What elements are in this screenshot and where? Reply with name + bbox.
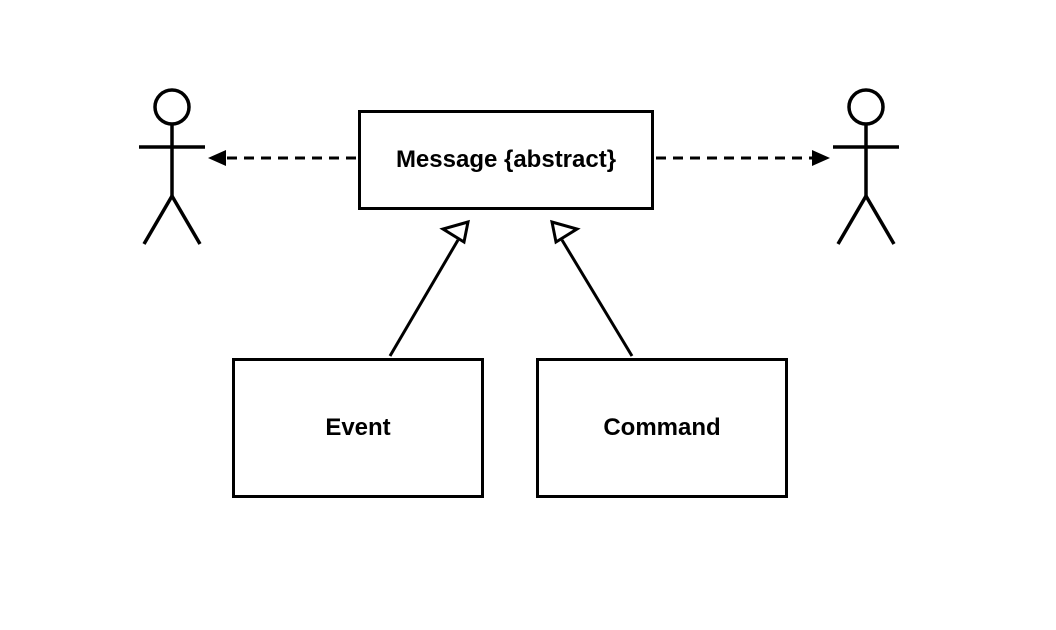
connectors-layer: [0, 0, 1056, 630]
generalization-arrow-event: [390, 222, 468, 356]
uml-diagram: Message {abstract} Event Command: [0, 0, 1056, 630]
actor-icon: [833, 90, 899, 244]
actor-icon: [139, 90, 205, 244]
class-box-command: Command: [536, 358, 788, 498]
class-label-command: Command: [603, 414, 720, 442]
class-label-event: Event: [325, 414, 390, 442]
generalization-arrow-command: [552, 222, 632, 356]
dependency-arrow-left: [208, 150, 356, 166]
class-label-message: Message {abstract}: [396, 146, 616, 174]
class-box-event: Event: [232, 358, 484, 498]
dependency-arrow-right: [656, 150, 830, 166]
class-box-message: Message {abstract}: [358, 110, 654, 210]
